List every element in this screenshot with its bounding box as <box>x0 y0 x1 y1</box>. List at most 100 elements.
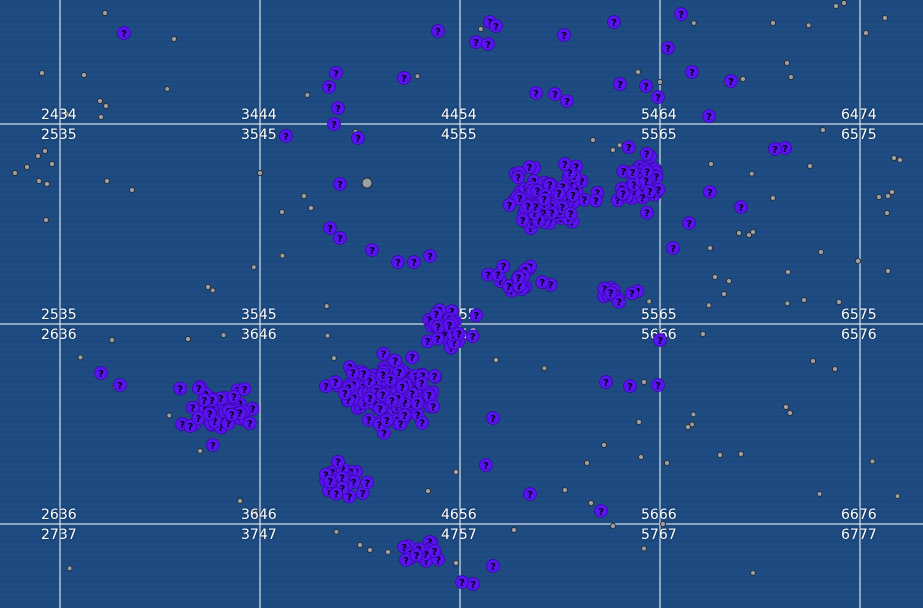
unknown-marker-icon[interactable]: ? <box>529 86 543 100</box>
unknown-marker-icon[interactable]: ? <box>560 94 574 108</box>
unknown-marker-icon[interactable]: ? <box>469 35 483 49</box>
unknown-marker-icon[interactable]: ? <box>682 216 696 230</box>
unknown-marker-icon[interactable]: ? <box>734 200 748 214</box>
unknown-marker-icon[interactable]: ? <box>502 198 517 212</box>
unknown-marker-icon[interactable]: ? <box>639 79 653 93</box>
unknown-marker-icon[interactable]: ? <box>639 146 654 161</box>
unknown-marker-icon[interactable]: ? <box>391 255 405 269</box>
unknown-marker-icon[interactable]: ? <box>625 286 639 301</box>
unknown-marker-icon[interactable]: ? <box>333 177 347 191</box>
unknown-marker-icon[interactable]: ? <box>197 393 212 408</box>
unknown-marker-icon[interactable]: ? <box>724 74 738 88</box>
unknown-marker-icon[interactable]: ? <box>653 333 667 347</box>
unknown-marker-icon[interactable]: ? <box>331 101 345 115</box>
unknown-marker-icon[interactable]: ? <box>427 369 442 383</box>
unknown-marker-icon[interactable]: ? <box>486 559 500 573</box>
unknown-marker-icon[interactable]: ? <box>621 140 636 155</box>
unknown-marker-icon[interactable]: ? <box>625 165 640 180</box>
unknown-marker-icon[interactable]: ? <box>430 331 445 346</box>
unknown-marker-icon[interactable]: ? <box>323 474 338 489</box>
unknown-marker-icon[interactable]: ? <box>427 544 442 558</box>
unknown-marker-icon[interactable]: ? <box>173 381 188 396</box>
unknown-marker-icon[interactable]: ? <box>337 386 352 401</box>
unknown-marker-icon[interactable]: ? <box>322 80 336 94</box>
unknown-marker-icon[interactable]: ? <box>117 26 131 40</box>
unknown-marker-icon[interactable]: ? <box>489 19 503 33</box>
unknown-marker-icon[interactable]: ? <box>407 255 421 269</box>
unknown-marker-icon[interactable]: ? <box>616 186 630 201</box>
unknown-marker-icon[interactable]: ? <box>329 66 343 80</box>
unknown-marker-icon[interactable]: ? <box>226 389 241 404</box>
unknown-marker-icon[interactable]: ? <box>423 249 437 263</box>
unknown-marker-icon[interactable]: ? <box>383 372 398 387</box>
unknown-marker-icon[interactable]: ? <box>537 192 552 207</box>
unknown-marker-icon[interactable]: ? <box>511 270 526 285</box>
unknown-marker-icon[interactable]: ? <box>333 231 347 245</box>
unknown-marker-icon[interactable]: ? <box>548 87 562 101</box>
unknown-marker-icon[interactable]: ? <box>379 413 394 428</box>
unknown-marker-icon[interactable]: ? <box>496 259 511 274</box>
unknown-marker-icon[interactable]: ? <box>331 454 345 469</box>
unknown-marker-icon[interactable]: ? <box>205 438 220 452</box>
unknown-marker-icon[interactable]: ? <box>523 487 537 501</box>
map-viewport[interactable]: 2434 3444 4454 5464 6474 2535 3545 4555 5565 6575… <box>0 0 923 608</box>
unknown-marker-icon[interactable]: ? <box>455 575 469 589</box>
unknown-marker-icon[interactable]: ? <box>557 28 571 42</box>
unknown-marker-icon[interactable]: ? <box>405 350 420 365</box>
unknown-marker-icon[interactable]: ? <box>661 41 675 55</box>
unknown-marker-icon[interactable]: ? <box>397 408 412 423</box>
unknown-marker-icon[interactable]: ? <box>202 406 217 421</box>
unknown-marker-icon[interactable]: ? <box>415 415 430 430</box>
unknown-marker-icon[interactable]: ? <box>515 213 530 227</box>
unknown-marker-icon[interactable]: ? <box>451 326 466 341</box>
unknown-marker-icon[interactable]: ? <box>431 24 445 38</box>
unknown-marker-icon[interactable]: ? <box>563 206 578 221</box>
unknown-marker-icon[interactable]: ? <box>521 199 535 214</box>
unknown-marker-icon[interactable]: ? <box>603 285 618 300</box>
unknown-marker-icon[interactable]: ? <box>279 129 293 143</box>
unknown-marker-icon[interactable]: ? <box>327 117 341 131</box>
unknown-marker-icon[interactable]: ? <box>94 366 108 380</box>
unknown-marker-icon[interactable]: ? <box>486 411 500 425</box>
unknown-marker-icon[interactable]: ? <box>113 378 127 392</box>
unknown-marker-icon[interactable]: ? <box>426 399 441 414</box>
unknown-marker-icon[interactable]: ? <box>388 353 403 368</box>
unknown-marker-icon[interactable]: ? <box>589 193 603 208</box>
unknown-marker-icon[interactable]: ? <box>384 393 399 408</box>
unknown-marker-icon[interactable]: ? <box>242 416 257 431</box>
unknown-marker-icon[interactable]: ? <box>397 71 411 85</box>
unknown-marker-icon[interactable]: ? <box>557 157 572 171</box>
unknown-marker-icon[interactable]: ? <box>345 365 360 380</box>
unknown-marker-icon[interactable]: ? <box>360 475 375 490</box>
unknown-marker-icon[interactable]: ? <box>607 15 621 29</box>
unknown-marker-icon[interactable]: ? <box>642 184 657 199</box>
unknown-marker-icon[interactable]: ? <box>566 188 580 203</box>
unknown-marker-icon[interactable]: ? <box>674 7 688 21</box>
unknown-marker-icon[interactable]: ? <box>395 380 410 394</box>
unknown-marker-icon[interactable]: ? <box>479 458 493 472</box>
unknown-marker-icon[interactable]: ? <box>373 401 387 416</box>
unknown-marker-icon[interactable]: ? <box>465 329 480 344</box>
unknown-marker-icon[interactable]: ? <box>362 391 377 406</box>
unknown-marker-icon[interactable]: ? <box>703 185 717 199</box>
unknown-marker-icon[interactable]: ? <box>640 205 654 220</box>
unknown-marker-icon[interactable]: ? <box>323 221 337 235</box>
unknown-marker-icon[interactable]: ? <box>191 381 206 396</box>
unknown-marker-icon[interactable]: ? <box>409 548 424 562</box>
unknown-marker-icon[interactable]: ? <box>535 275 550 290</box>
unknown-marker-icon[interactable]: ? <box>623 379 637 393</box>
unknown-marker-icon[interactable]: ? <box>511 170 526 185</box>
unknown-marker-icon[interactable]: ? <box>481 37 495 51</box>
unknown-marker-icon[interactable]: ? <box>351 131 365 145</box>
unknown-marker-icon[interactable]: ? <box>685 65 699 79</box>
unknown-marker-icon[interactable]: ? <box>768 142 782 156</box>
unknown-marker-icon[interactable]: ? <box>613 77 627 91</box>
unknown-marker-icon[interactable]: ? <box>666 241 680 255</box>
unknown-marker-icon[interactable]: ? <box>410 395 425 410</box>
unknown-marker-icon[interactable]: ? <box>702 109 716 123</box>
unknown-marker-icon[interactable]: ? <box>651 378 665 392</box>
unknown-marker-icon[interactable]: ? <box>651 90 665 104</box>
unknown-marker-icon[interactable]: ? <box>224 407 239 422</box>
unknown-marker-icon[interactable]: ? <box>594 504 608 518</box>
unknown-marker-icon[interactable]: ? <box>414 376 429 391</box>
